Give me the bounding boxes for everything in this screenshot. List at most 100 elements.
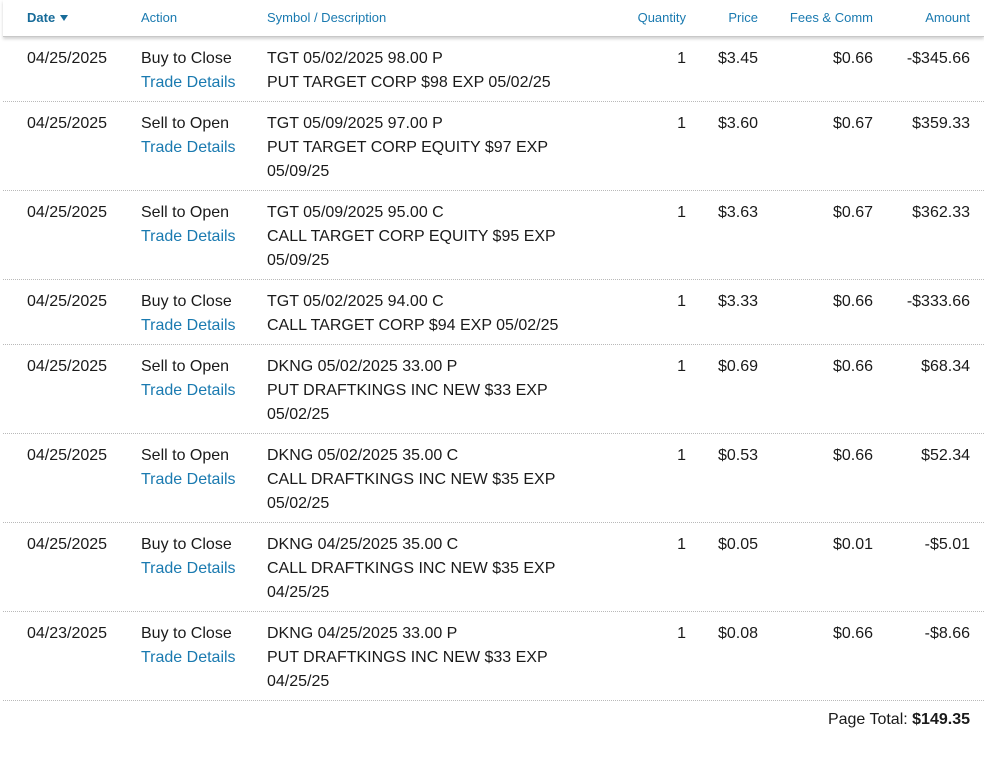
amount-column-header[interactable]: Amount <box>925 10 970 25</box>
trade-details-link[interactable]: Trade Details <box>141 557 236 581</box>
amount-cell: $52.34 <box>921 447 970 464</box>
description-line: PUT DRAFTKINGS INC NEW $33 EXP <box>267 649 548 666</box>
action-cell: Buy to Close Trade Details <box>141 47 236 95</box>
action-label: Buy to Close <box>141 293 232 310</box>
description-line: 05/02/25 <box>267 495 330 512</box>
symbol-description-cell: TGT 05/09/2025 95.00 C CALL TARGET CORP E… <box>267 201 556 273</box>
fees-column-header[interactable]: Fees & Comm <box>790 10 873 25</box>
symbol-description-cell: DKNG 04/25/2025 33.00 P PUT DRAFTKINGS IN… <box>267 622 548 694</box>
symbol-label: DKNG 05/02/2025 33.00 P <box>267 358 458 375</box>
symbol-label: TGT 05/02/2025 98.00 P <box>267 50 443 67</box>
action-cell: Buy to Close Trade Details <box>141 290 236 338</box>
symbol-label: TGT 05/09/2025 97.00 P <box>267 115 443 132</box>
symbol-label: DKNG 04/25/2025 35.00 C <box>267 536 459 553</box>
price-cell: $3.63 <box>718 204 759 221</box>
symbol-description-cell: DKNG 05/02/2025 33.00 P PUT DRAFTKINGS IN… <box>267 355 548 427</box>
page-total-label: Page Total: <box>827 711 908 728</box>
table-row: 04/25/2025 Sell to Open Trade Details TGT 0… <box>3 102 984 191</box>
table-row: 04/25/2025 Sell to Open Trade Details DKNG … <box>3 345 984 434</box>
quantity-cell: 1 <box>677 447 686 464</box>
action-cell: Sell to Open Trade Details <box>141 112 236 160</box>
symbol-description-cell: DKNG 04/25/2025 35.00 C CALL DRAFTKINGS I… <box>267 533 555 605</box>
symbol-label: TGT 05/09/2025 95.00 C <box>267 204 444 221</box>
trade-details-link[interactable]: Trade Details <box>141 468 236 492</box>
action-label: Sell to Open <box>141 204 230 221</box>
quantity-cell: 1 <box>677 50 686 67</box>
table-row: 04/25/2025 Buy to Close Trade Details TGT 0… <box>3 37 984 102</box>
table-row: 04/25/2025 Buy to Close Trade Details DKNG … <box>3 523 984 612</box>
description-line: 04/25/25 <box>267 673 330 690</box>
amount-cell: -$345.66 <box>906 50 970 67</box>
amount-cell: $68.34 <box>921 358 970 375</box>
symbol-label: DKNG 05/02/2025 35.00 C <box>267 447 459 464</box>
action-cell: Buy to Close Trade Details <box>141 622 236 670</box>
table-row: 04/23/2025 Buy to Close Trade Details DKNG … <box>3 612 984 701</box>
description-line: 05/02/25 <box>267 406 330 423</box>
action-label: Sell to Open <box>141 115 230 132</box>
symbol-label: TGT 05/02/2025 94.00 C <box>267 293 444 310</box>
transactions-table: Date Action Symbol / Description Quantit… <box>3 0 984 701</box>
quantity-cell: 1 <box>677 625 686 642</box>
fees-cell: $0.66 <box>832 50 873 67</box>
fees-cell: $0.01 <box>832 536 873 553</box>
fees-cell: $0.67 <box>832 115 873 132</box>
description-line: 05/09/25 <box>267 252 330 269</box>
quantity-column-header[interactable]: Quantity <box>638 10 686 25</box>
action-cell: Buy to Close Trade Details <box>141 533 236 581</box>
action-column-header[interactable]: Action <box>141 10 177 25</box>
amount-cell: -$8.66 <box>924 625 970 642</box>
description-line: 05/09/25 <box>267 163 330 180</box>
symbol-label: DKNG 04/25/2025 33.00 P <box>267 625 458 642</box>
price-cell: $0.53 <box>718 447 759 464</box>
trade-details-link[interactable]: Trade Details <box>141 379 236 403</box>
description-line: CALL TARGET CORP EQUITY $95 EXP <box>267 228 556 245</box>
price-column-header[interactable]: Price <box>728 10 758 25</box>
amount-cell: -$5.01 <box>924 536 970 553</box>
amount-cell: $362.33 <box>912 204 970 221</box>
symbol-description-cell: TGT 05/02/2025 98.00 P PUT TARGET CORP $9… <box>267 47 551 95</box>
description-line: PUT DRAFTKINGS INC NEW $33 EXP <box>267 382 548 399</box>
quantity-cell: 1 <box>677 358 686 375</box>
action-label: Sell to Open <box>141 358 230 375</box>
page-total-value: $149.35 <box>912 711 970 728</box>
quantity-cell: 1 <box>677 536 686 553</box>
date-cell: 04/25/2025 <box>27 447 108 464</box>
price-cell: $0.69 <box>718 358 759 375</box>
description-line: PUT TARGET CORP $98 EXP 05/02/25 <box>267 74 551 91</box>
quantity-cell: 1 <box>677 115 686 132</box>
table-body: 04/25/2025 Buy to Close Trade Details TGT 0… <box>3 37 984 701</box>
date-cell: 04/25/2025 <box>27 204 108 221</box>
trade-details-link[interactable]: Trade Details <box>141 71 236 95</box>
table-row: 04/25/2025 Buy to Close Trade Details TGT 0… <box>3 280 984 345</box>
symbol-description-cell: DKNG 05/02/2025 35.00 C CALL DRAFTKINGS I… <box>267 444 555 516</box>
trade-details-link[interactable]: Trade Details <box>141 136 236 160</box>
date-cell: 04/23/2025 <box>27 625 108 642</box>
amount-cell: $359.33 <box>912 115 970 132</box>
fees-cell: $0.66 <box>832 447 873 464</box>
date-header-label: Date <box>27 10 56 25</box>
action-cell: Sell to Open Trade Details <box>141 201 236 249</box>
symbol-column-header[interactable]: Symbol / Description <box>267 10 386 25</box>
amount-cell: -$333.66 <box>906 293 970 310</box>
trade-details-link[interactable]: Trade Details <box>141 225 236 249</box>
symbol-description-cell: TGT 05/09/2025 97.00 P PUT TARGET CORP EQ… <box>267 112 548 184</box>
trade-details-link[interactable]: Trade Details <box>141 646 236 670</box>
price-cell: $0.08 <box>718 625 759 642</box>
price-cell: $3.33 <box>718 293 759 310</box>
action-cell: Sell to Open Trade Details <box>141 355 236 403</box>
description-line: CALL DRAFTKINGS INC NEW $35 EXP <box>267 471 556 488</box>
fees-cell: $0.66 <box>832 625 873 642</box>
table-header: Date Action Symbol / Description Quantit… <box>3 0 984 37</box>
trade-details-link[interactable]: Trade Details <box>141 314 236 338</box>
date-cell: 04/25/2025 <box>27 358 108 375</box>
table-row: 04/25/2025 Sell to Open Trade Details DKNG … <box>3 434 984 523</box>
date-cell: 04/25/2025 <box>27 293 108 310</box>
price-cell: $3.60 <box>718 115 759 132</box>
price-cell: $0.05 <box>718 536 759 553</box>
date-column-header[interactable]: Date <box>27 10 69 25</box>
description-line: 04/25/25 <box>267 584 330 601</box>
action-label: Buy to Close <box>141 625 232 642</box>
table-row: 04/25/2025 Sell to Open Trade Details TGT 0… <box>3 191 984 280</box>
fees-cell: $0.66 <box>832 293 873 310</box>
price-cell: $3.45 <box>718 50 759 67</box>
